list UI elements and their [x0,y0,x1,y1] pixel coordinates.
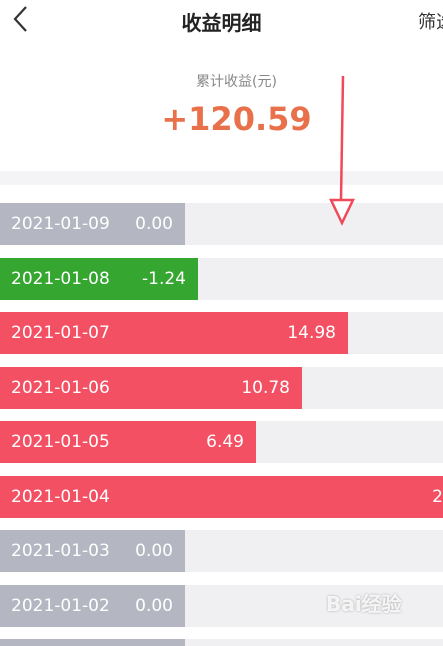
watermark: Bai经验 [326,592,402,616]
down-arrow-annotation [329,75,355,226]
